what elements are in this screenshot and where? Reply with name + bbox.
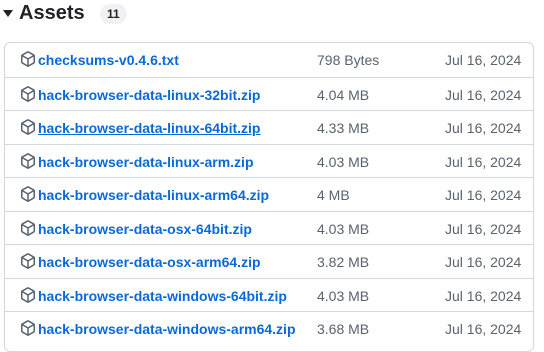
package-icon bbox=[21, 320, 35, 336]
asset-date: Jul 16, 2024 bbox=[445, 187, 522, 203]
asset-list: checksums-v0.4.6.txt 798 Bytes Jul 16, 2… bbox=[4, 42, 534, 352]
asset-date: Jul 16, 2024 bbox=[445, 120, 522, 136]
asset-row: hack-browser-data-osx-arm64.zip 3.82 MB … bbox=[5, 244, 533, 278]
asset-link[interactable]: hack-browser-data-osx-arm64.zip bbox=[38, 254, 261, 270]
package-icon bbox=[21, 286, 35, 303]
package-icon bbox=[21, 253, 35, 269]
assets-count-badge: 11 bbox=[100, 4, 127, 24]
asset-row: hack-browser-data-linux-arm.zip 4.03 MB … bbox=[5, 143, 533, 178]
asset-link[interactable]: hack-browser-data-linux-arm.zip bbox=[38, 154, 254, 170]
assets-header[interactable]: Assets 11 bbox=[0, 0, 544, 30]
asset-size: 4.03 MB bbox=[317, 287, 370, 304]
asset-size: 3.82 MB bbox=[317, 254, 370, 270]
asset-size: 798 Bytes bbox=[317, 52, 380, 68]
asset-date: Jul 16, 2024 bbox=[445, 254, 522, 270]
asset-size: 3.68 MB bbox=[317, 321, 370, 337]
asset-row: hack-browser-data-windows-64bit.zip 4.03… bbox=[5, 277, 533, 312]
asset-row: hack-browser-data-osx-64bit.zip 4.03 MB … bbox=[5, 210, 533, 245]
asset-size: 4.03 MB bbox=[317, 220, 370, 237]
asset-date: Jul 16, 2024 bbox=[445, 287, 522, 304]
asset-link[interactable]: checksums-v0.4.6.txt bbox=[38, 52, 179, 68]
asset-size: 4.33 MB bbox=[317, 120, 370, 136]
asset-row: hack-browser-data-linux-32bit.zip 4.04 M… bbox=[5, 76, 533, 111]
asset-link[interactable]: hack-browser-data-linux-64bit.zip bbox=[38, 120, 260, 136]
package-icon bbox=[21, 219, 35, 236]
asset-date: Jul 16, 2024 bbox=[445, 52, 522, 68]
asset-size: 4.03 MB bbox=[317, 153, 370, 170]
assets-title: Assets bbox=[19, 2, 85, 24]
asset-date: Jul 16, 2024 bbox=[445, 153, 522, 170]
package-icon bbox=[21, 186, 35, 202]
package-icon bbox=[21, 119, 35, 135]
asset-date: Jul 16, 2024 bbox=[445, 220, 522, 237]
package-icon bbox=[21, 152, 35, 169]
asset-size: 4.04 MB bbox=[317, 86, 370, 103]
asset-row: hack-browser-data-linux-64bit.zip 4.33 M… bbox=[5, 110, 533, 144]
asset-row: checksums-v0.4.6.txt 798 Bytes Jul 16, 2… bbox=[5, 43, 533, 77]
asset-date: Jul 16, 2024 bbox=[445, 86, 522, 103]
package-icon bbox=[21, 51, 35, 67]
asset-link[interactable]: hack-browser-data-linux-32bit.zip bbox=[38, 87, 260, 103]
asset-row: hack-browser-data-linux-arm64.zip 4 MB J… bbox=[5, 177, 533, 211]
asset-row: hack-browser-data-windows-arm64.zip 3.68… bbox=[5, 311, 533, 345]
asset-link[interactable]: hack-browser-data-osx-64bit.zip bbox=[38, 221, 252, 237]
package-icon bbox=[21, 85, 35, 102]
asset-date: Jul 16, 2024 bbox=[445, 321, 522, 337]
asset-size: 4 MB bbox=[317, 187, 350, 203]
asset-link[interactable]: hack-browser-data-windows-arm64.zip bbox=[38, 321, 296, 337]
asset-link[interactable]: hack-browser-data-windows-64bit.zip bbox=[38, 288, 287, 304]
asset-link[interactable]: hack-browser-data-linux-arm64.zip bbox=[38, 187, 269, 203]
expand-triangle-icon[interactable] bbox=[3, 10, 13, 17]
